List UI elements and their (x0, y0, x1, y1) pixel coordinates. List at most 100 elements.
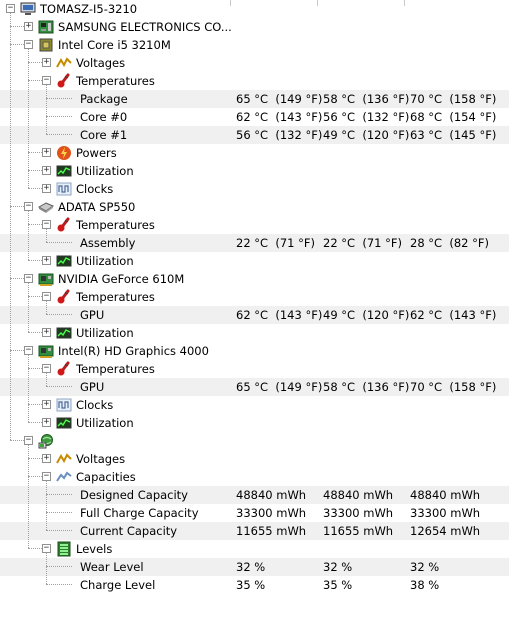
value-cell: 48840 mWh (236, 488, 307, 502)
tree-guide-line (28, 49, 30, 188)
sensor-row-designed-capacity[interactable]: Designed Capacity 48840 mWh 48840 mWh 48840… (0, 486, 509, 504)
gpu-card-icon (38, 343, 54, 359)
expand-toggle-icon[interactable]: + (42, 148, 51, 157)
collapse-toggle-icon[interactable]: − (42, 292, 51, 301)
value-cell: 62 °C (143 °F) (236, 308, 323, 322)
tree-node-battery-capacities[interactable]: − Capacities (0, 468, 509, 486)
min-cell: 58 °C (136 °F) (323, 380, 410, 394)
tree-node-ssd-temperatures[interactable]: − Temperatures (0, 216, 509, 234)
node-label: Wear Level (80, 560, 144, 574)
node-label: Utilization (76, 326, 134, 340)
expand-toggle-icon[interactable]: + (42, 418, 51, 427)
tree-guide-line (46, 85, 48, 134)
tree-node-cpu-powers[interactable]: + Powers (0, 144, 509, 162)
tree-node-cpu-utilization[interactable]: + Utilization (0, 162, 509, 180)
tree-node-motherboard[interactable]: + SAMSUNG ELECTRONICS CO... (0, 18, 509, 36)
collapse-toggle-icon[interactable]: − (6, 4, 15, 13)
clock-wave-icon (56, 397, 72, 413)
node-label: GPU (80, 308, 105, 322)
expand-toggle-icon[interactable]: + (42, 400, 51, 409)
tree-node-ssd[interactable]: − ADATA SP550 (0, 198, 509, 216)
tree-node-intel-clocks[interactable]: + Clocks (0, 396, 509, 414)
node-label: Designed Capacity (80, 488, 188, 502)
tree-node-nvidia-utilization[interactable]: + Utilization (0, 324, 509, 342)
collapse-toggle-icon[interactable]: − (42, 472, 51, 481)
sensor-row-package[interactable]: Package 65 °C (149 °F) 58 °C (136 °F) 70 °C… (0, 90, 509, 108)
tree-guide-line (46, 553, 48, 584)
sensor-row-charge-level[interactable]: Charge Level 35 % 35 % 38 % (0, 576, 509, 594)
expand-toggle-icon[interactable]: + (42, 58, 51, 67)
collapse-toggle-icon[interactable]: − (42, 220, 51, 229)
expand-toggle-icon[interactable]: + (42, 166, 51, 175)
tree-node-battery-voltages[interactable]: + Voltages (0, 450, 509, 468)
collapse-toggle-icon[interactable]: − (24, 40, 33, 49)
tree-node-intel-gpu[interactable]: − Intel(R) HD Graphics 4000 (0, 342, 509, 360)
min-cell: 32 % (323, 560, 353, 574)
utilization-icon (56, 163, 72, 179)
expand-toggle-icon[interactable]: + (42, 328, 51, 337)
sensor-row-full-charge-capacity[interactable]: Full Charge Capacity 33300 mWh 33300 mWh 33… (0, 504, 509, 522)
tree-node-battery-levels[interactable]: − Levels (0, 540, 509, 558)
thermometer-icon (56, 217, 72, 233)
tree-node-nvidia-temperatures[interactable]: − Temperatures (0, 288, 509, 306)
sensor-row-nvidia-gpu[interactable]: GPU 62 °C (143 °F) 49 °C (120 °F) 62 °C (14… (0, 306, 509, 324)
power-icon (56, 145, 72, 161)
value-cell: 32 % (236, 560, 266, 574)
node-label: Temperatures (76, 290, 155, 304)
collapse-toggle-icon[interactable]: − (42, 364, 51, 373)
tree-connector (46, 242, 72, 244)
sensor-row-wear-level[interactable]: Wear Level 32 % 32 % 32 % (0, 558, 509, 576)
clock-wave-icon (56, 181, 72, 197)
tree-node-computer[interactable]: − TOMASZ-I5-3210 (0, 0, 509, 18)
motherboard-icon (38, 19, 54, 35)
tree-node-cpu[interactable]: − Intel Core i5 3210M (0, 36, 509, 54)
tree-guide-line (28, 211, 30, 260)
expand-toggle-icon[interactable]: + (42, 256, 51, 265)
sensor-row-core0[interactable]: Core #0 62 °C (143 °F) 56 °C (132 °F) 68 °C… (0, 108, 509, 126)
node-label: SAMSUNG ELECTRONICS CO... (58, 20, 232, 34)
battery-globe-icon (38, 433, 54, 449)
sensor-tree: − TOMASZ-I5-3210 + SAMSUNG ELECTRONICS CO..… (0, 0, 509, 594)
node-label: Clocks (76, 182, 114, 196)
collapse-toggle-icon[interactable]: − (24, 202, 33, 211)
node-label: Core #1 (80, 128, 128, 142)
collapse-toggle-icon[interactable]: − (42, 544, 51, 553)
voltage-icon (56, 55, 72, 71)
sensor-row-intel-gpu[interactable]: GPU 65 °C (149 °F) 58 °C (136 °F) 70 °C (15… (0, 378, 509, 396)
sensor-row-assembly[interactable]: Assembly 22 °C (71 °F) 22 °C (71 °F) 28 °C … (0, 234, 509, 252)
node-label: Package (80, 92, 128, 106)
expand-toggle-icon[interactable]: + (42, 184, 51, 193)
value-cell: 56 °C (132 °F) (236, 128, 323, 142)
node-label: Temperatures (76, 218, 155, 232)
tree-connector (46, 512, 72, 514)
value-cell: 65 °C (149 °F) (236, 380, 323, 394)
tree-node-cpu-voltages[interactable]: + Voltages (0, 54, 509, 72)
tree-guide-line (28, 283, 30, 332)
tree-node-cpu-clocks[interactable]: + Clocks (0, 180, 509, 198)
tree-node-battery[interactable]: − (0, 432, 509, 450)
tree-guide-line (46, 301, 48, 314)
tree-connector (46, 530, 72, 532)
collapse-toggle-icon[interactable]: − (24, 274, 33, 283)
tree-node-ssd-utilization[interactable]: + Utilization (0, 252, 509, 270)
tree-node-intel-temperatures[interactable]: − Temperatures (0, 360, 509, 378)
max-cell: 48840 mWh (410, 488, 481, 502)
node-label: ADATA SP550 (58, 200, 136, 214)
tree-connector (46, 386, 72, 388)
tree-node-cpu-temperatures[interactable]: − Temperatures (0, 72, 509, 90)
collapse-toggle-icon[interactable]: − (42, 76, 51, 85)
node-label: Temperatures (76, 362, 155, 376)
sensor-row-core1[interactable]: Core #1 56 °C (132 °F) 49 °C (120 °F) 63 °C… (0, 126, 509, 144)
sensor-row-current-capacity[interactable]: Current Capacity 11655 mWh 11655 mWh 12654 … (0, 522, 509, 540)
tree-node-intel-utilization[interactable]: + Utilization (0, 414, 509, 432)
collapse-toggle-icon[interactable]: − (24, 436, 33, 445)
collapse-toggle-icon[interactable]: − (24, 346, 33, 355)
expand-toggle-icon[interactable]: + (24, 22, 33, 31)
expand-toggle-icon[interactable]: + (42, 454, 51, 463)
tree-connector (46, 566, 72, 568)
node-label: Levels (76, 542, 113, 556)
node-label: Full Charge Capacity (80, 506, 199, 520)
node-label: NVIDIA GeForce 610M (58, 272, 185, 286)
tree-node-nvidia[interactable]: − NVIDIA GeForce 610M (0, 270, 509, 288)
max-cell: 12654 mWh (410, 524, 481, 538)
